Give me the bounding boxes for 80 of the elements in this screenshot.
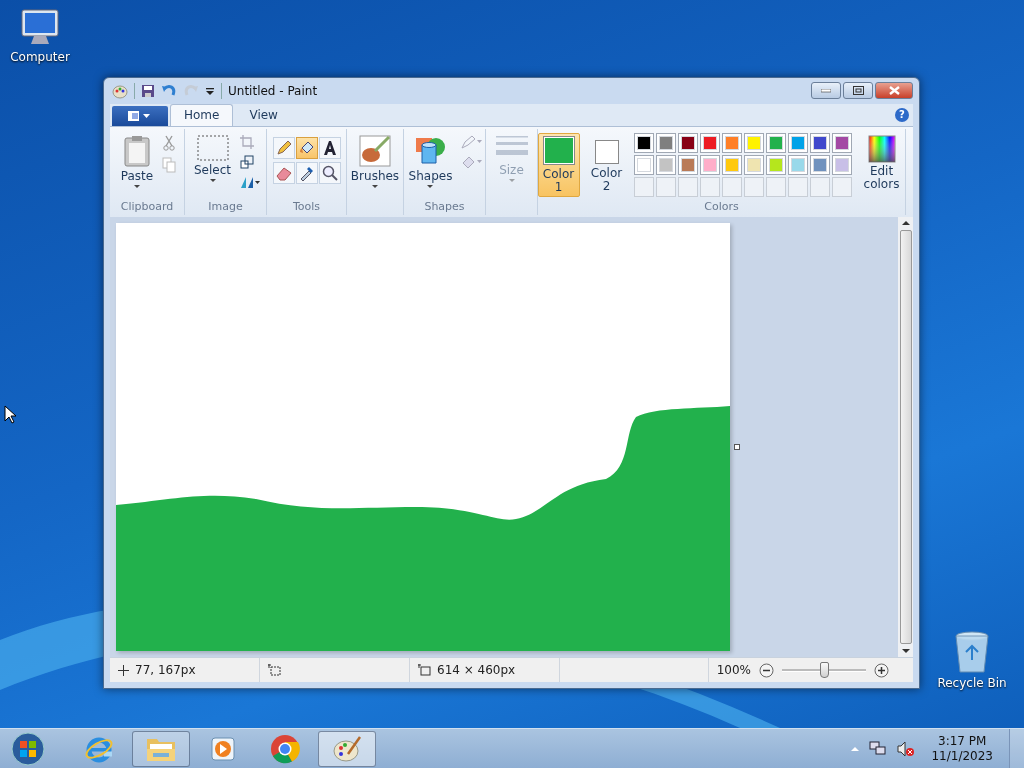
file-menu-button[interactable] bbox=[112, 105, 168, 126]
group-label: Clipboard bbox=[120, 200, 174, 216]
close-icon bbox=[888, 86, 900, 95]
select-button[interactable]: Select bbox=[191, 132, 234, 184]
zoom-percentage: 100% bbox=[716, 663, 751, 678]
scroll-up-icon[interactable] bbox=[901, 220, 910, 227]
group-label: Colors bbox=[704, 200, 739, 216]
brushes-button[interactable]: Brushes bbox=[347, 132, 403, 190]
undo-icon[interactable] bbox=[161, 83, 177, 98]
zoom-out-icon[interactable] bbox=[759, 662, 774, 678]
ribbon-tab[interactable]: Home bbox=[170, 103, 234, 126]
desktop-icon-label: Computer bbox=[10, 50, 70, 64]
zoom-slider-thumb[interactable] bbox=[820, 662, 829, 679]
fill-bucket-icon[interactable] bbox=[461, 154, 484, 169]
vertical-scrollbar[interactable] bbox=[898, 217, 913, 658]
text-tool-icon bbox=[321, 139, 338, 156]
outline-pen-icon[interactable] bbox=[461, 134, 484, 149]
pencil-icon bbox=[275, 139, 292, 156]
show-desktop-button[interactable] bbox=[1009, 729, 1024, 768]
close-button[interactable] bbox=[875, 82, 913, 99]
customize-dropdown-icon[interactable] bbox=[205, 85, 215, 96]
start-button[interactable] bbox=[8, 729, 48, 768]
copy-icon[interactable] bbox=[162, 156, 177, 173]
minimize-icon bbox=[821, 88, 831, 93]
group-label: Tools bbox=[292, 200, 321, 216]
network-icon[interactable] bbox=[869, 740, 888, 757]
desktop-icon[interactable]: Computer bbox=[4, 8, 76, 64]
color-spectrum-icon bbox=[867, 134, 896, 163]
edit-colors-button[interactable]: Edit colors bbox=[857, 132, 906, 193]
group-label: Shapes bbox=[424, 200, 465, 216]
clock-time: 3:17 PM bbox=[938, 734, 987, 748]
clock[interactable]: 3:17 PM 11/1/2023 bbox=[925, 734, 999, 763]
canvas-resize-handle[interactable] bbox=[734, 444, 740, 451]
desktop-icon[interactable]: Recycle Bin bbox=[936, 630, 1008, 690]
color-picker-icon bbox=[298, 164, 315, 181]
desktop-icon-label: Recycle Bin bbox=[937, 676, 1007, 690]
show-hidden-icons-icon[interactable] bbox=[851, 745, 860, 752]
muted-speaker-icon[interactable] bbox=[897, 740, 916, 757]
tool-button[interactable] bbox=[295, 161, 318, 184]
scissors-icon[interactable] bbox=[162, 134, 177, 151]
help-button[interactable]: ? bbox=[895, 107, 909, 122]
minimize-button[interactable] bbox=[811, 82, 841, 99]
mouse-pointer-icon bbox=[4, 405, 16, 425]
palette-icon[interactable] bbox=[112, 82, 128, 99]
tool-button[interactable] bbox=[318, 136, 341, 159]
crop-icon[interactable] bbox=[240, 134, 254, 149]
paint-bucket-icon bbox=[298, 139, 315, 156]
selection-size-icon bbox=[268, 664, 281, 677]
window-title: Untitled - Paint bbox=[228, 83, 318, 98]
resize-icon[interactable] bbox=[240, 154, 254, 169]
media-player-icon bbox=[209, 734, 237, 763]
menu-icon bbox=[128, 110, 152, 121]
restore-icon bbox=[852, 86, 864, 95]
maximize-button[interactable] bbox=[843, 82, 873, 99]
clock-date: 11/1/2023 bbox=[931, 749, 993, 763]
scroll-down-icon[interactable] bbox=[901, 648, 910, 655]
image-size-icon bbox=[418, 664, 431, 677]
scrollbar-thumb[interactable] bbox=[899, 230, 912, 645]
tool-button[interactable] bbox=[318, 161, 341, 184]
zoom-in-icon[interactable] bbox=[874, 662, 889, 678]
image-dimensions: 614 × 460px bbox=[437, 663, 516, 678]
selection-rectangle-icon bbox=[196, 134, 229, 161]
windows-logo-icon bbox=[11, 731, 45, 766]
group-label: Image bbox=[208, 200, 243, 216]
color-selector-button[interactable]: Color 2 bbox=[585, 132, 628, 197]
taskbar-button[interactable] bbox=[318, 730, 376, 767]
paste-button[interactable]: Paste bbox=[117, 132, 157, 190]
move-cursor-icon bbox=[118, 664, 129, 676]
clipboard-icon bbox=[123, 134, 151, 167]
tool-button[interactable] bbox=[295, 136, 318, 159]
ribbon-tab[interactable]: View bbox=[235, 103, 292, 126]
cursor-position: 77, 167px bbox=[135, 663, 196, 678]
magnifier-icon bbox=[321, 164, 338, 181]
brush-icon bbox=[359, 134, 391, 167]
save-icon[interactable] bbox=[141, 83, 155, 98]
chrome-icon bbox=[270, 733, 300, 764]
taskbar-button[interactable] bbox=[132, 730, 190, 767]
shapes-button[interactable]: Shapes bbox=[405, 132, 456, 190]
recycle-bin-icon bbox=[952, 630, 992, 674]
color-selector-button[interactable]: Color 1 bbox=[537, 132, 580, 197]
